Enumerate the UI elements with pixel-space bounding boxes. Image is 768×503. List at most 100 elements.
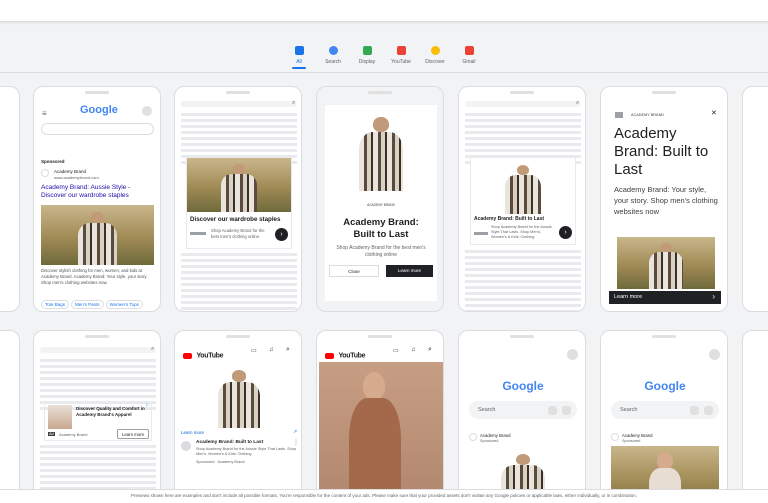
search-icon[interactable]: ⌕ [428,346,432,354]
avatar [709,349,720,360]
search-icon[interactable]: ⌕ [286,346,290,354]
lens-icon[interactable] [704,406,713,415]
video-thumbnail [177,362,301,428]
channel-avatar [181,441,191,451]
tab-search[interactable]: Search [322,44,344,70]
search-input[interactable] [41,123,154,135]
tab-discover[interactable]: Discover [424,44,446,70]
ad-card[interactable]: Discover our wardrobe staples Shop Acade… [186,157,292,249]
mic-icon[interactable] [690,406,699,415]
search-icon: ⌕ [292,100,296,106]
learn-more-link[interactable]: Learn more [181,430,204,435]
youtube-play-icon [183,352,192,359]
preview-display-ad-2[interactable]: ⌕ Academy Brand: Built to Last Shop Acad… [458,86,586,312]
mic-icon[interactable] [548,406,557,415]
search-input[interactable]: Search [611,401,719,419]
tab-gmail[interactable]: Gmail [458,44,480,70]
preview-youtube-ad-1[interactable]: YouTube ▭ ♫ ⌕ Learn more ↗ Academy Brand… [174,330,302,503]
brand-logo: ACADEMY BRAND [367,203,395,207]
sponsored-label: Sponsored [41,159,65,164]
advertiser-name: Academy Brand [622,433,653,438]
preview-discover-ad-1[interactable]: Google Search Academy Brand Sponsored [458,330,586,503]
close-icon[interactable]: ✕ [711,109,717,117]
address-bar [181,101,297,107]
learn-more-button[interactable]: Learn more [117,429,149,439]
tab-youtube[interactable]: YouTube [390,44,412,70]
ad-card[interactable]: Academy Brand: Built to Last Shop Academ… [470,157,576,245]
sponsored-label: Sponsored [622,439,641,443]
search-icon: ⌕ [576,100,580,106]
ad-image [471,158,575,214]
preview-youtube-ad-2[interactable]: YouTube ▭ ♫ ⌕ [316,330,444,503]
bell-icon[interactable]: ♫ [411,347,416,353]
preview-partial-left[interactable] [0,86,20,312]
advertiser-name: Academy Brand [59,432,88,437]
sitelink-womens-tops[interactable]: Women's Tops [105,300,143,309]
external-link-icon[interactable]: ↗ [293,429,297,435]
cast-icon[interactable]: ▭ [251,347,257,354]
ad-headline: Academy Brand: Built to Last [474,216,545,222]
youtube-play-icon [325,352,334,359]
ad-headline: Discover our wardrobe staples [190,216,281,223]
ad-choices-icon[interactable]: ▷ [146,402,149,407]
arrow-button[interactable]: › [275,228,288,241]
sitelink-mens-pants[interactable]: Men's Pants [71,300,104,309]
youtube-icon [396,46,406,55]
preview-discover-ad-2[interactable]: Google Search Academy Brand Sponsored [600,330,728,503]
preview-text-ad[interactable]: ACADEMY BRAND ✕ Academy Brand: Built to … [600,86,728,312]
interstitial-card[interactable]: ▷ ACADEMY BRAND Academy Brand: Built to … [325,105,437,301]
ad-headline: Academy Brand: Built to Last [614,125,709,178]
video-thumbnail [319,362,443,503]
tab-display[interactable]: Display [356,44,378,70]
native-ad-card[interactable]: Discover Quality and Comfort in Academy … [44,401,152,441]
preview-native-ad[interactable]: ⌕ Discover Quality and Comfort in Academ… [33,330,161,503]
ad-body: Shop Academy Brand for the best men's cl… [211,228,265,239]
preview-partial-right[interactable] [742,86,768,312]
brand-mark [474,232,488,235]
ad-badge: Ad [48,432,55,436]
more-options-icon[interactable]: ⋮ [293,439,299,446]
preview-partial-left-2[interactable] [0,330,20,503]
google-logo: Google [80,104,118,116]
search-input[interactable]: Search [469,401,577,419]
search-icon: ⌕ [151,346,155,352]
lens-icon[interactable] [562,406,571,415]
menu-icon: ≡ [42,109,47,118]
phone-notch [85,91,109,94]
advertiser-favicon [41,169,49,177]
sitelinks: Tote Bags Men's Pants Women's Tops [41,293,159,311]
tab-all[interactable]: All [288,44,310,70]
google-logo: Google [502,379,544,393]
ad-headline: Academy Brand: Built to Last [343,217,419,240]
preview-display-ad-1[interactable]: ⌕ Discover our wardrobe staples Shop Aca… [174,86,302,312]
ad-body: Academy Brand: Your style, your story. S… [614,185,718,216]
ad-thumbnail [48,405,72,429]
learn-more-button[interactable]: Learn more › [609,291,721,304]
preview-partial-right-2[interactable] [742,330,768,503]
advertiser-url: www.academybrand.com [54,175,99,180]
preview-interstitial-ad[interactable]: ▷ ACADEMY BRAND Academy Brand: Built to … [316,86,444,312]
top-bar [0,0,768,22]
content-lines [175,253,301,311]
discover-icon [430,46,440,55]
display-icon [362,46,372,55]
ad-body: Shop Academy Brand for the best men's cl… [336,245,426,258]
advertiser-favicon [611,433,619,441]
bell-icon[interactable]: ♫ [269,347,274,353]
disclaimer-footer: Previews shown here are examples and don… [0,489,768,503]
tabs-divider [0,72,768,73]
advertiser-favicon [469,433,477,441]
close-button[interactable]: Close [329,265,379,277]
ad-description: Discover stylish clothing for men, women… [41,268,148,285]
learn-more-button[interactable]: Learn more [386,265,433,277]
arrow-button[interactable]: › [559,226,572,239]
sitelink-tote-bags[interactable]: Tote Bags [41,300,70,309]
ad-image [41,205,154,265]
preview-search-ad[interactable]: ≡ Google Sponsored Academy Brand www.aca… [33,86,161,312]
ad-image [187,158,291,212]
ad-headline-link[interactable]: Academy Brand: Aussie Style - Discover o… [41,184,153,200]
brand-mark [190,232,206,235]
avatar [567,349,578,360]
cast-icon[interactable]: ▭ [393,347,399,354]
brand-logo: ACADEMY BRAND [631,113,665,117]
